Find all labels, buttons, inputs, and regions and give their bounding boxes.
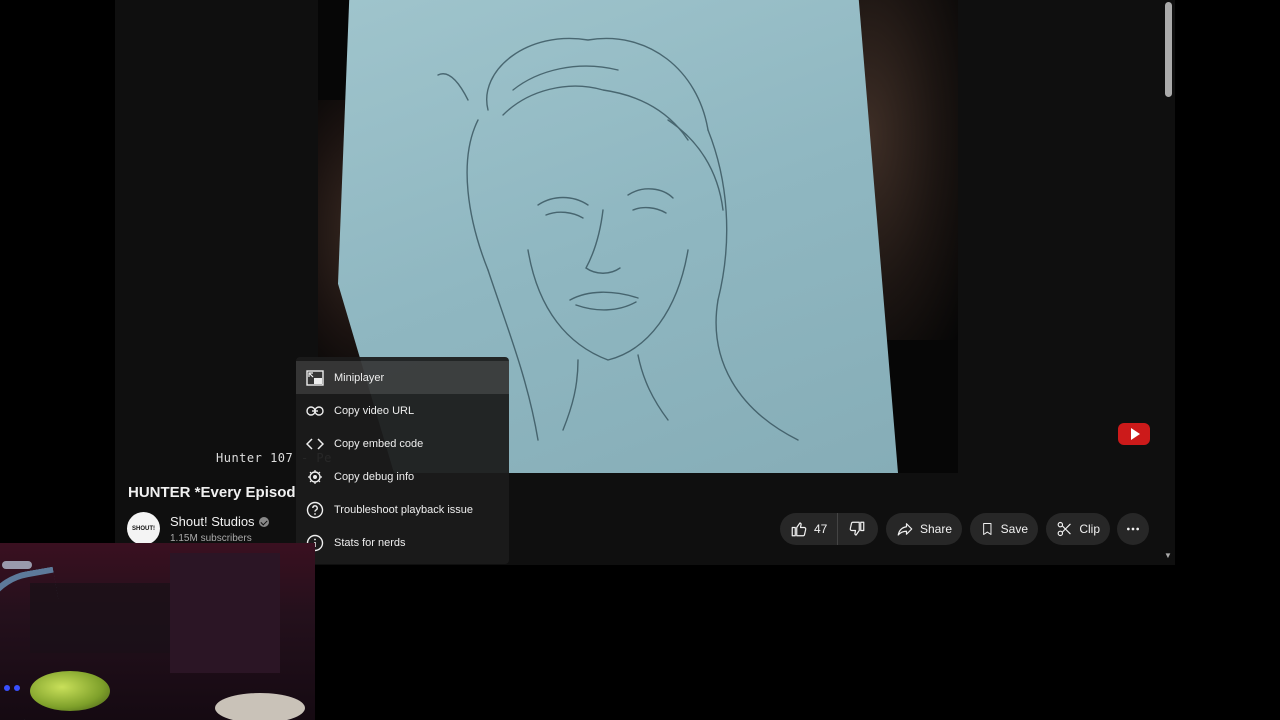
menu-item-label: Copy video URL: [334, 404, 415, 417]
thumbs-up-icon: [791, 522, 807, 537]
menu-item-stats-for-nerds[interactable]: Stats for nerds: [296, 526, 509, 559]
menu-item-copy-embed-code[interactable]: Copy embed code: [296, 427, 509, 460]
code-icon: [306, 435, 324, 453]
like-dislike-group: 47: [780, 513, 878, 545]
thumbs-down-icon: [850, 521, 865, 536]
webcam-background-panel: [170, 553, 280, 673]
like-count: 47: [814, 522, 828, 536]
menu-item-miniplayer[interactable]: Miniplayer: [296, 361, 509, 394]
bookmark-icon: [983, 523, 992, 535]
webcam-blue-light: [4, 685, 10, 691]
clip-label: Clip: [1079, 522, 1100, 536]
link-icon: [306, 402, 324, 420]
menu-item-label: Copy debug info: [334, 470, 415, 483]
scroll-down-arrow-icon[interactable]: ▼: [1162, 552, 1174, 560]
screen: Hunter 107 - Pe ▼ HUNTER *Every Episod S…: [0, 0, 1280, 720]
help-icon: [306, 501, 324, 519]
share-button[interactable]: Share: [886, 513, 962, 545]
share-arrow-icon: [897, 523, 913, 536]
channel-avatar[interactable]: SHOUT!: [127, 512, 160, 545]
dislike-button[interactable]: [838, 513, 876, 545]
webcam-bowl: [215, 693, 305, 720]
video-title: HUNTER *Every Episod: [128, 484, 296, 501]
webcam-lamp-light: [2, 561, 32, 569]
menu-item-label: Copy embed code: [334, 437, 424, 450]
clip-button[interactable]: Clip: [1046, 513, 1110, 545]
webcam-overlay: [0, 543, 315, 720]
youtube-subscribe-logo[interactable]: [1118, 423, 1150, 447]
save-button[interactable]: Save: [970, 513, 1038, 545]
player-context-menu: Miniplayer Copy video URL Copy embed cod…: [296, 357, 509, 564]
more-horizontal-icon: [1127, 527, 1139, 531]
menu-item-label: Miniplayer: [334, 371, 385, 384]
channel-name[interactable]: Shout! Studios: [170, 514, 255, 529]
channel-name-row[interactable]: Shout! Studios: [170, 514, 269, 529]
verified-badge-icon: [258, 516, 269, 527]
menu-item-label: Stats for nerds: [334, 536, 406, 549]
more-actions-button[interactable]: [1117, 513, 1149, 545]
webcam-blue-light: [14, 685, 20, 691]
play-icon: [1118, 423, 1150, 445]
menu-item-copy-video-url[interactable]: Copy video URL: [296, 394, 509, 427]
share-label: Share: [919, 522, 952, 536]
save-label: Save: [1000, 522, 1028, 536]
like-button[interactable]: 47: [780, 513, 839, 545]
scissors-icon: [1057, 521, 1071, 537]
menu-item-copy-debug-info[interactable]: Copy debug info: [296, 460, 509, 493]
scrollbar-thumb[interactable]: [1165, 2, 1172, 97]
menu-item-label: Troubleshoot playback issue: [334, 503, 474, 516]
miniplayer-icon: [306, 369, 324, 387]
webcam-green-object: [30, 671, 110, 711]
bug-icon: [306, 468, 324, 486]
menu-item-troubleshoot-playback[interactable]: Troubleshoot playback issue: [296, 493, 509, 526]
